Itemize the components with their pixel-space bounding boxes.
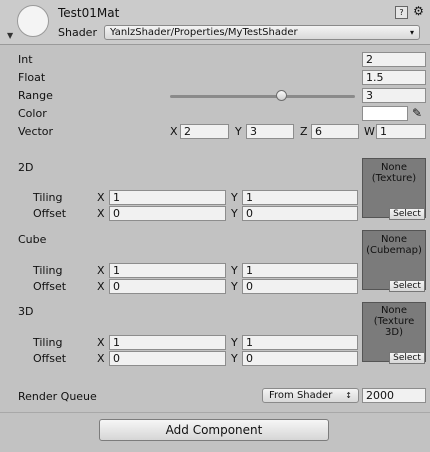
offset-label: Offset [33, 280, 67, 293]
offset-y-field[interactable]: 0 [242, 206, 358, 221]
texture-slot-type: (Cubemap) [366, 245, 422, 256]
tiling-x-field[interactable]: 1 [109, 263, 226, 278]
gear-icon[interactable]: ⚙ [412, 5, 425, 19]
texture-slot-text: None [380, 162, 408, 173]
vector-x-field[interactable]: 2 [180, 124, 229, 139]
vector-label: Vector [18, 125, 54, 138]
float-label: Float [18, 71, 46, 84]
offset-label: Offset [33, 352, 67, 365]
tiling-y-label: Y [231, 264, 238, 277]
shader-dropdown[interactable]: YanlzShader/Properties/MyTestShader ▾ [104, 25, 420, 40]
texture-slot-type: (Texture) [371, 173, 417, 184]
float-field[interactable]: 1.5 [362, 70, 426, 85]
tiling-x-label: X [97, 336, 105, 349]
tiling-x-field[interactable]: 1 [109, 190, 226, 205]
material-preview-icon [17, 5, 49, 37]
tiling-y-field[interactable]: 1 [242, 190, 358, 205]
tiling-y-field[interactable]: 1 [242, 263, 358, 278]
texture-select-button[interactable]: Select [389, 208, 425, 220]
texture-slot-type: (Texture [373, 316, 415, 327]
vector-z-field[interactable]: 6 [311, 124, 359, 139]
offset-x-field[interactable]: 0 [109, 279, 226, 294]
tiling-label: Tiling [33, 336, 63, 349]
tiling-y-field[interactable]: 1 [242, 335, 358, 350]
offset-x-label: X [97, 352, 105, 365]
tiling-x-field[interactable]: 1 [109, 335, 226, 350]
offset-label: Offset [33, 207, 67, 220]
vector-y-field[interactable]: 3 [246, 124, 294, 139]
vector-y-label: Y [235, 125, 242, 138]
render-queue-mode-dropdown[interactable]: From Shader ↕ [262, 388, 359, 403]
texture-2d-label: 2D [18, 161, 34, 174]
tiling-x-label: X [97, 264, 105, 277]
vector-w-label: W [364, 125, 375, 138]
vector-x-label: X [170, 125, 178, 138]
chevron-down-icon: ▾ [409, 28, 414, 37]
offset-x-label: X [97, 207, 105, 220]
offset-y-label: Y [231, 352, 238, 365]
range-label: Range [18, 89, 53, 102]
texture-cube-label: Cube [18, 233, 47, 246]
range-slider-thumb[interactable] [276, 90, 287, 101]
divider [0, 412, 430, 413]
color-swatch[interactable] [362, 106, 408, 121]
vector-z-label: Z [300, 125, 308, 138]
eyedropper-icon[interactable]: ✎ [412, 106, 422, 120]
tiling-x-label: X [97, 191, 105, 204]
render-queue-label: Render Queue [18, 390, 97, 403]
range-slider-track[interactable] [170, 95, 355, 98]
tiling-y-label: Y [231, 191, 238, 204]
offset-y-label: Y [231, 207, 238, 220]
texture-slot-text: None [380, 234, 408, 245]
texture-3d-label: 3D [18, 305, 34, 318]
book-help-icon[interactable]: ? [395, 6, 408, 19]
tiling-y-label: Y [231, 336, 238, 349]
material-name: Test01Mat [58, 6, 120, 20]
offset-y-field[interactable]: 0 [242, 279, 358, 294]
color-label: Color [18, 107, 47, 120]
tiling-label: Tiling [33, 264, 63, 277]
offset-y-field[interactable]: 0 [242, 351, 358, 366]
add-component-button[interactable]: Add Component [99, 419, 329, 441]
render-queue-field[interactable]: 2000 [362, 388, 426, 403]
offset-x-field[interactable]: 0 [109, 206, 226, 221]
texture-slot-text: None [380, 305, 408, 316]
offset-x-field[interactable]: 0 [109, 351, 226, 366]
vector-w-field[interactable]: 1 [376, 124, 426, 139]
render-queue-mode-value: From Shader [269, 390, 333, 401]
foldout-arrow-icon[interactable]: ▼ [7, 31, 13, 40]
tiling-label: Tiling [33, 191, 63, 204]
updown-arrow-icon: ↕ [345, 391, 352, 400]
range-field[interactable]: 3 [362, 88, 426, 103]
int-field[interactable]: 2 [362, 52, 426, 67]
offset-y-label: Y [231, 280, 238, 293]
int-label: Int [18, 53, 33, 66]
shader-value: YanlzShader/Properties/MyTestShader [110, 27, 298, 38]
texture-select-button[interactable]: Select [389, 352, 425, 364]
shader-label: Shader [58, 26, 97, 39]
texture-select-button[interactable]: Select [389, 280, 425, 292]
texture-slot-type-cont: 3D) [385, 327, 403, 338]
offset-x-label: X [97, 280, 105, 293]
